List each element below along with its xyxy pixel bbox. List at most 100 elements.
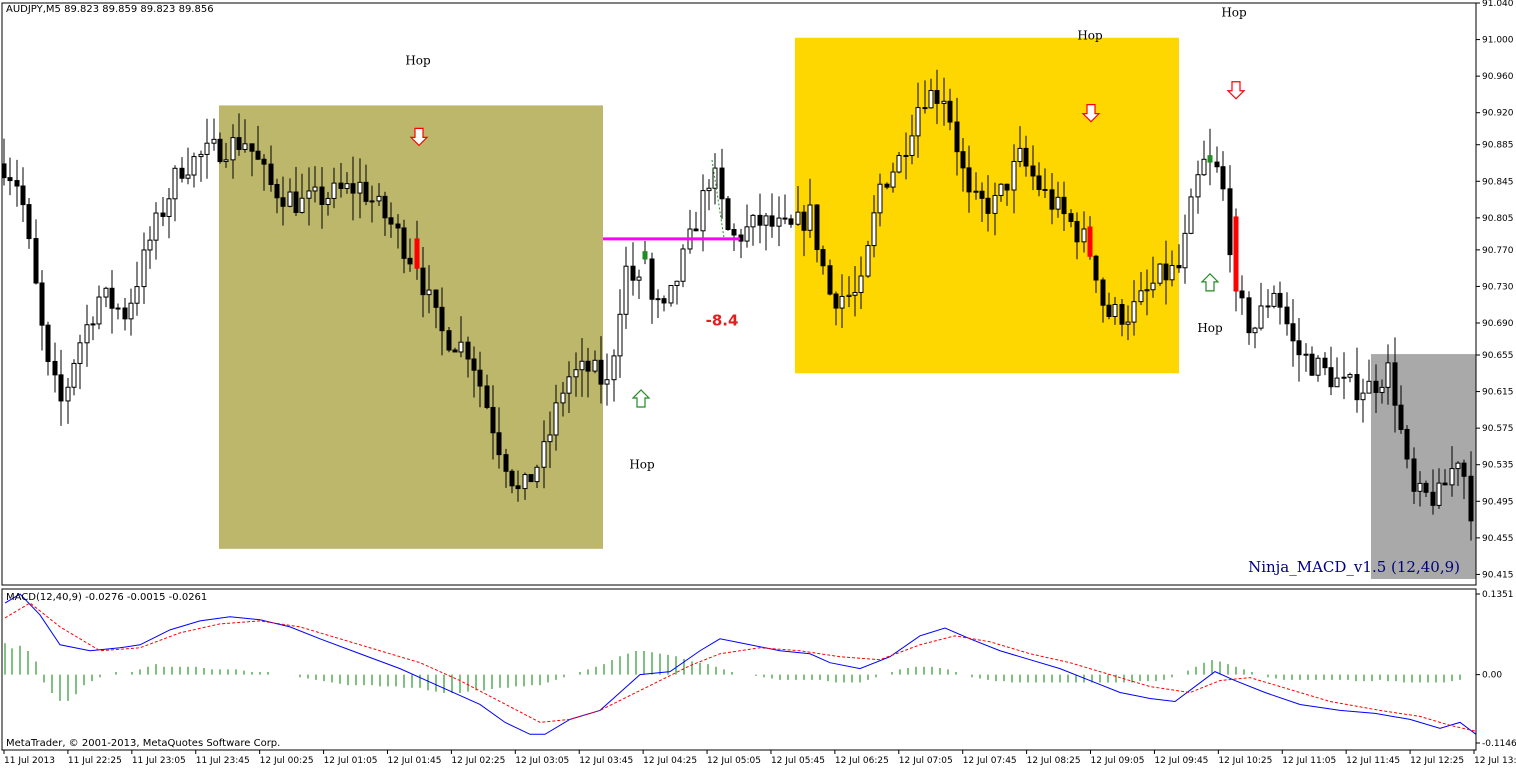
candle-body	[33, 238, 39, 284]
candle-body	[1385, 362, 1391, 388]
time-tick-label: 12 Jul 03:05	[515, 756, 569, 766]
candle-body	[109, 287, 115, 309]
candle-body	[636, 276, 642, 281]
candle-body	[1423, 482, 1429, 493]
candle-body	[1290, 323, 1296, 342]
candle-body	[198, 153, 204, 158]
candle-body	[306, 190, 312, 199]
time-tick-label: 12 Jul 02:25	[451, 756, 505, 766]
candle-body	[153, 212, 159, 241]
macd-header: MACD(12,40,9) -0.0276 -0.0015 -0.0261	[6, 592, 207, 603]
hop-label: Hop	[1077, 29, 1103, 43]
candle-body	[846, 294, 852, 297]
candle-body	[934, 90, 940, 104]
candle-body	[1207, 155, 1213, 163]
candle-body	[1201, 158, 1207, 176]
candle-body	[172, 167, 178, 200]
candle-body	[1125, 321, 1131, 325]
candle-body	[954, 121, 960, 153]
candle-body	[947, 100, 953, 123]
candle-body	[528, 474, 534, 483]
candle-body	[871, 212, 877, 247]
time-tick-label: 12 Jul 07:45	[963, 756, 1017, 766]
candle-body	[1284, 306, 1290, 325]
candle-body	[585, 360, 591, 372]
candle-body	[865, 245, 871, 277]
candle-body	[388, 217, 394, 225]
candle-body	[833, 293, 839, 309]
candle-body	[598, 359, 604, 385]
candle-body	[1417, 482, 1423, 492]
price-tick-label: 90.845	[1482, 177, 1514, 187]
candle-body	[496, 432, 502, 456]
candle-body	[1182, 232, 1188, 269]
candle-body	[376, 195, 382, 202]
candle-body	[1398, 404, 1404, 430]
candle-body	[230, 137, 236, 161]
candle-body	[661, 298, 667, 304]
symbol-header: AUDJPY,M5 89.823 89.859 89.823 89.856	[6, 4, 214, 15]
candle-body	[401, 227, 407, 259]
candle-body	[1360, 392, 1366, 401]
candle-body	[490, 406, 496, 434]
candle-body	[820, 249, 826, 267]
time-tick-label: 12 Jul 11:05	[1282, 756, 1336, 766]
candle-body	[630, 265, 636, 281]
candle-body	[414, 238, 420, 269]
time-tick-label: 12 Jul 07:05	[899, 756, 953, 766]
candle-body	[426, 289, 432, 296]
candle-body	[299, 197, 305, 213]
candle-body	[1334, 377, 1340, 388]
candle-body	[1042, 188, 1048, 191]
candle-body	[909, 135, 915, 157]
candle-body	[890, 171, 896, 188]
candle-body	[769, 215, 775, 227]
price-tick-label: 90.920	[1482, 109, 1514, 119]
candle-body	[338, 182, 344, 189]
candle-body	[1404, 428, 1410, 460]
candle-body	[776, 217, 782, 227]
candle-body	[166, 198, 172, 217]
candle-body	[509, 470, 515, 487]
candle-body	[731, 229, 737, 236]
candle-body	[966, 167, 972, 193]
candle-body	[1366, 380, 1372, 394]
candle-body	[1449, 468, 1455, 486]
time-tick-label: 12 Jul 13:05	[1474, 756, 1516, 766]
candle-body	[90, 323, 96, 326]
candle-body	[1296, 340, 1302, 356]
price-tick-label: 90.575	[1482, 424, 1514, 434]
candle-body	[39, 282, 45, 326]
candle-body	[115, 307, 121, 310]
candle-body	[1138, 290, 1144, 303]
candle-body	[1017, 147, 1023, 162]
candle-body	[71, 362, 77, 388]
candle-body	[128, 302, 134, 320]
candle-body	[674, 280, 680, 286]
metatrader-chart-window[interactable]: Hop Hop Hop Hop Hop -8.4 91.040 91.000 90.960 90…	[0, 0, 1516, 768]
time-tick-label: 12 Jul 04:25	[643, 756, 697, 766]
candle-body	[858, 275, 864, 293]
price-tick-label: 91.040	[1482, 0, 1514, 9]
candle-body	[249, 143, 255, 152]
macd-tick-label: 0.1351	[1482, 590, 1514, 600]
candle-body	[1271, 292, 1277, 307]
candle-body	[1461, 462, 1467, 477]
time-tick-label: 12 Jul 08:25	[1027, 756, 1081, 766]
candle-body	[788, 218, 794, 225]
candle-body	[223, 159, 229, 163]
time-tick-label: 11 Jul 2013	[4, 756, 55, 766]
time-tick-label: 11 Jul 23:05	[132, 756, 186, 766]
candle-body	[541, 441, 547, 468]
candle-body	[827, 265, 833, 295]
chart-canvas[interactable]: Hop Hop Hop Hop Hop -8.4 91.040 91.000 90.960 90…	[0, 0, 1516, 768]
candle-body	[1163, 263, 1169, 281]
hop-label: Hop	[629, 457, 655, 471]
candle-body	[750, 214, 756, 228]
candle-body	[1354, 374, 1360, 401]
candle-body	[268, 163, 274, 185]
time-tick-label: 12 Jul 09:45	[1154, 756, 1208, 766]
candle-body	[763, 215, 769, 226]
copyright-text: MetaTrader, © 2001-2013, MetaQuotes Soft…	[6, 738, 280, 749]
candle-body	[1068, 213, 1074, 222]
